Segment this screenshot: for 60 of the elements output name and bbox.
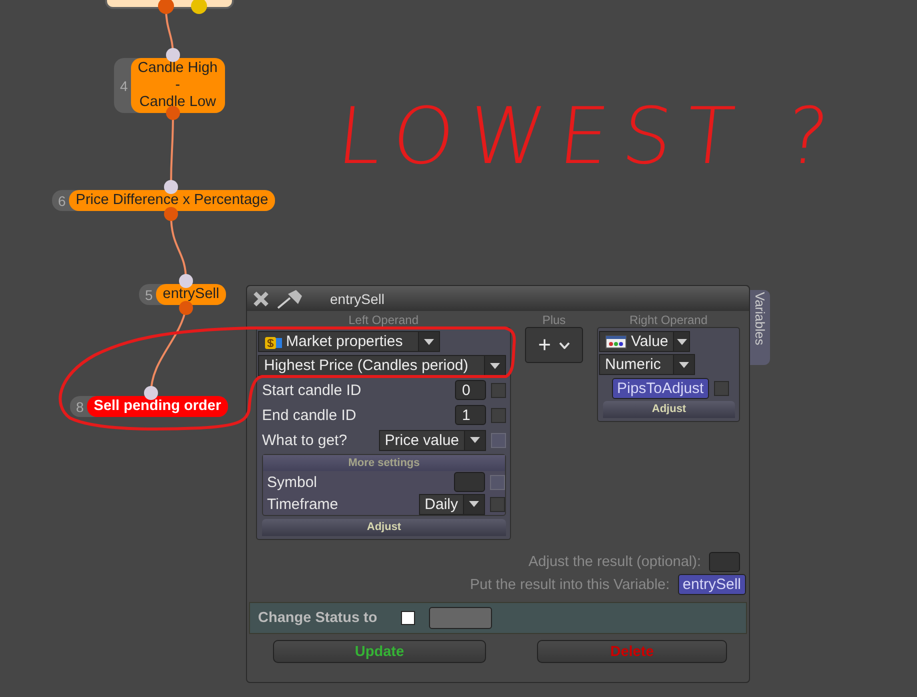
flow-node[interactable]: 6 Price Difference x Percentage bbox=[52, 190, 276, 211]
node-label: entrySell bbox=[156, 284, 226, 305]
caret-icon[interactable] bbox=[673, 332, 689, 351]
node-number: 5 bbox=[144, 286, 154, 304]
dropdown[interactable]: Highest Price (Candles period) bbox=[258, 355, 506, 376]
flow-node[interactable]: 5 entrySell bbox=[139, 284, 226, 305]
caret-icon[interactable] bbox=[484, 356, 505, 375]
checkbox[interactable] bbox=[491, 408, 506, 422]
node-number: 4 bbox=[119, 76, 129, 96]
adjust-button[interactable]: Adjust bbox=[262, 519, 506, 536]
dropdown[interactable]: Price value bbox=[378, 430, 486, 450]
caret-icon[interactable] bbox=[673, 355, 694, 374]
field-label: What to get? bbox=[262, 432, 348, 448]
node-number: 6 bbox=[57, 192, 67, 210]
dropdown-value: Market properties bbox=[286, 333, 403, 350]
flow-node[interactable]: 4 Candle High - Candle Low bbox=[114, 58, 225, 113]
group-heading: More settings bbox=[263, 455, 505, 471]
node-label: Price Difference x Percentage bbox=[68, 190, 276, 211]
update-button[interactable]: Update bbox=[273, 640, 486, 663]
checkbox[interactable] bbox=[714, 380, 729, 396]
checkbox[interactable] bbox=[490, 496, 505, 512]
variable-tag[interactable]: PipsToAdjust bbox=[612, 378, 709, 398]
column-heading: Plus bbox=[541, 313, 567, 327]
dropdown[interactable]: Numeric bbox=[599, 354, 695, 375]
status-field[interactable] bbox=[429, 607, 492, 629]
dialog-title: entrySell bbox=[330, 290, 384, 306]
value-icon bbox=[605, 334, 627, 348]
dropdown-value: Value bbox=[631, 333, 668, 350]
side-tab[interactable]: Variables bbox=[750, 290, 770, 365]
close-icon[interactable] bbox=[252, 290, 270, 308]
field-label: Start candle ID bbox=[262, 382, 362, 398]
checkbox[interactable] bbox=[401, 611, 416, 625]
node-label: Sell pending order bbox=[86, 396, 228, 417]
dropdown[interactable]: Market properties bbox=[258, 331, 440, 352]
field-label: Symbol bbox=[267, 474, 318, 490]
field-label: Put the result into this Variable: bbox=[470, 576, 670, 592]
adjust-button[interactable]: Adjust bbox=[603, 401, 735, 418]
dropdown[interactable]: Value bbox=[599, 331, 690, 352]
dropdown[interactable]: Daily bbox=[418, 494, 485, 514]
column-heading: Left Operand bbox=[347, 313, 420, 327]
caret-icon[interactable] bbox=[464, 430, 485, 450]
flow-node[interactable]: 8 Sell pending order bbox=[70, 396, 228, 417]
column-heading: Right Operand bbox=[628, 313, 709, 327]
handwritten-note: LOWEST ? bbox=[333, 92, 847, 182]
field-label: Timeframe bbox=[267, 496, 340, 512]
caret-icon[interactable] bbox=[418, 332, 439, 351]
input-field[interactable]: 1 bbox=[455, 405, 486, 425]
operator-dropdown[interactable]: + bbox=[525, 327, 583, 363]
field-label: Adjust the result (optional): bbox=[528, 554, 701, 570]
node-number: 8 bbox=[75, 398, 85, 416]
input-field[interactable]: 0 bbox=[455, 380, 486, 400]
caret-icon[interactable] bbox=[463, 494, 484, 514]
input-field[interactable] bbox=[454, 472, 485, 492]
status-label: Change Status to bbox=[258, 610, 378, 626]
node-label: Candle High - Candle Low bbox=[130, 58, 225, 113]
field-label: End candle ID bbox=[262, 406, 358, 424]
input-field[interactable] bbox=[709, 552, 740, 572]
checkbox[interactable] bbox=[491, 382, 506, 398]
chevron-icon bbox=[558, 342, 570, 348]
variable-tag[interactable]: entrySell bbox=[678, 574, 746, 595]
